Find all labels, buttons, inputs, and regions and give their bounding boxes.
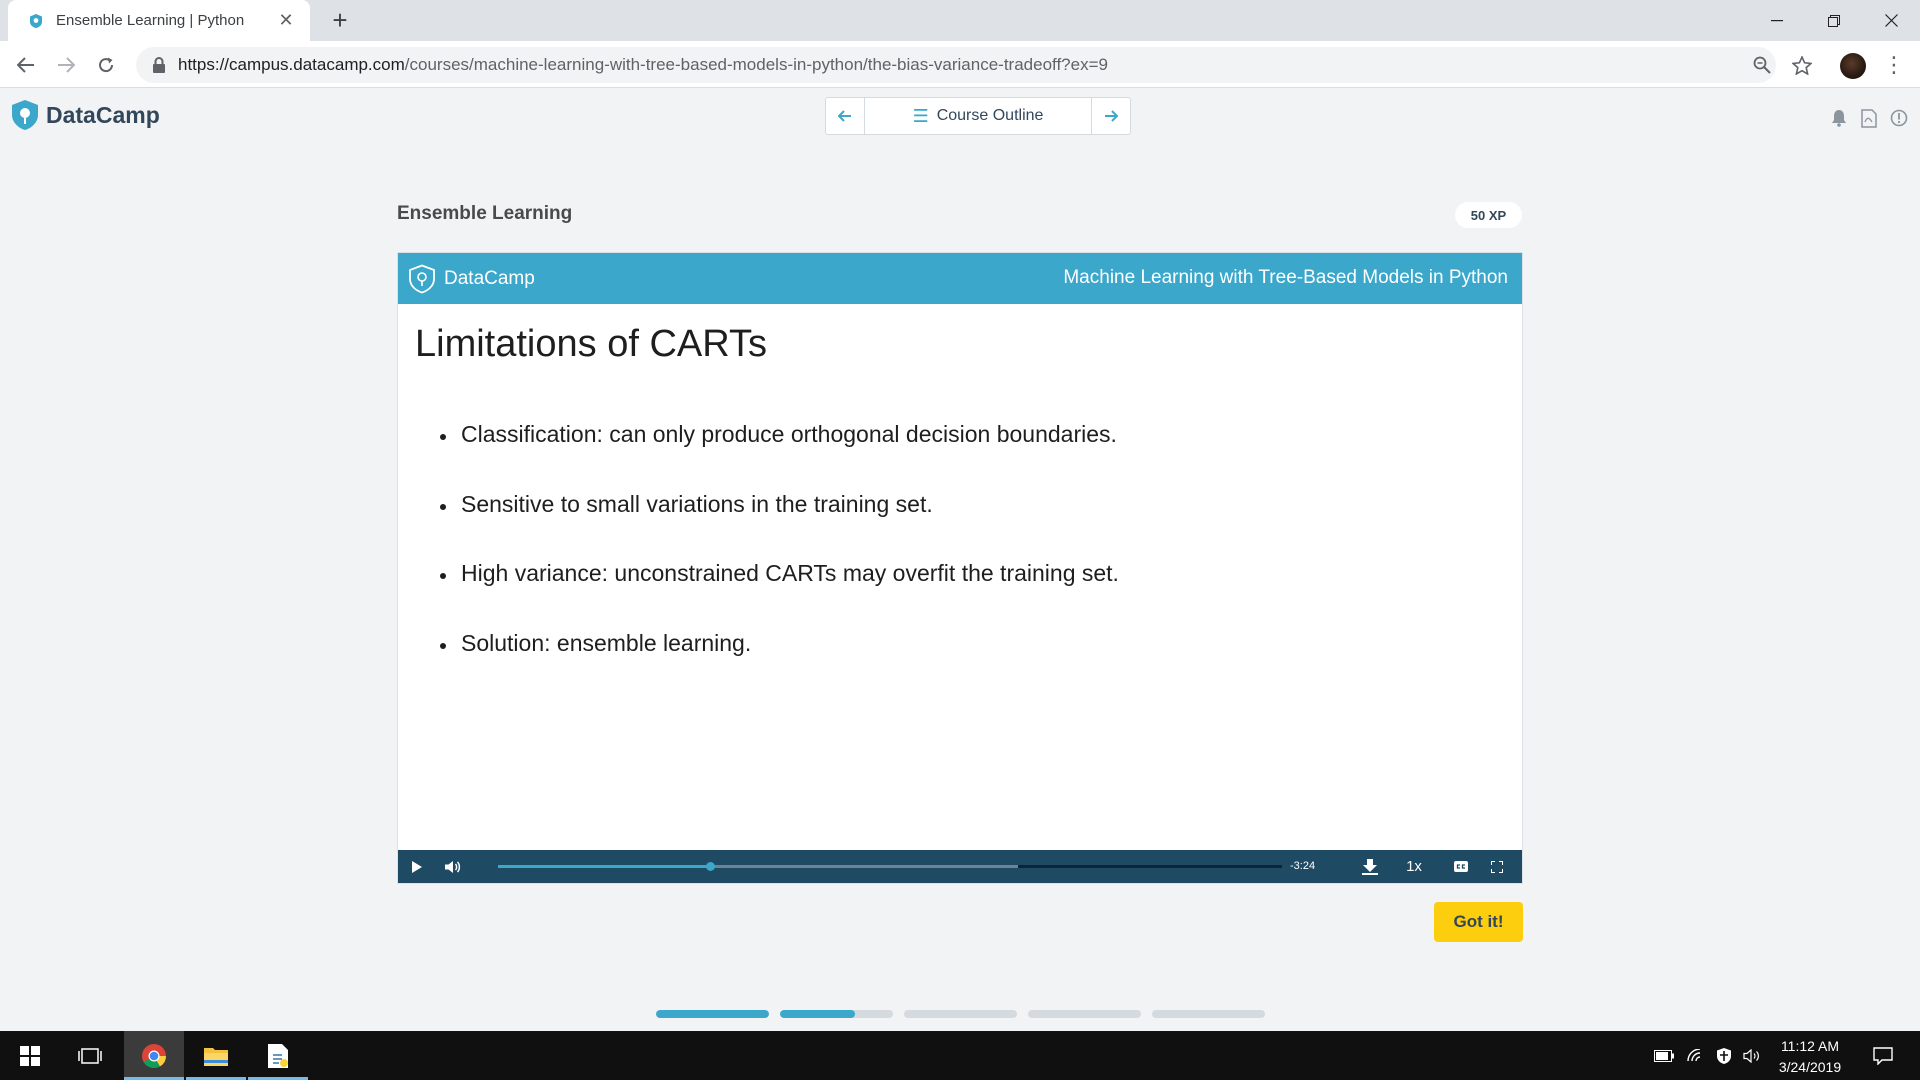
slide-bullet: High variance: unconstrained CARTs may o…	[440, 560, 1119, 630]
browser-tab[interactable]: Ensemble Learning | Python ✕	[8, 0, 310, 41]
tab-title: Ensemble Learning | Python	[56, 12, 245, 29]
url-text: https://campus.datacamp.com/courses/mach…	[178, 55, 1108, 75]
menu-icon: ☰	[912, 105, 929, 126]
chrome-menu-icon[interactable]: ⋮	[1880, 49, 1908, 81]
windows-start-icon[interactable]	[0, 1031, 60, 1080]
close-tab-icon[interactable]: ✕	[276, 10, 296, 31]
browser-tab-strip: Ensemble Learning | Python ✕ +	[0, 0, 1920, 41]
new-tab-button[interactable]: +	[326, 7, 354, 35]
lesson-progress-segment[interactable]	[1028, 1010, 1141, 1018]
course-outline-label: Course Outline	[936, 107, 1044, 124]
volume-icon[interactable]	[436, 850, 470, 883]
datacamp-shield-icon	[12, 100, 38, 130]
reload-icon[interactable]	[90, 49, 122, 81]
play-icon[interactable]	[400, 850, 434, 883]
time-remaining: -3:24	[1290, 860, 1316, 872]
speaker-icon[interactable]	[1740, 1031, 1764, 1080]
slide-course-title: Machine Learning with Tree-Based Models …	[1063, 267, 1508, 288]
closed-captions-icon[interactable]	[1444, 850, 1478, 883]
forward-arrow-icon[interactable]	[50, 49, 82, 81]
lesson-progress-segment[interactable]	[656, 1010, 769, 1018]
datacamp-header: DataCamp ☰ Course Outline	[0, 89, 1920, 145]
arrow-right-icon	[1105, 110, 1118, 122]
slide-header: DataCamp Machine Learning with Tree-Base…	[398, 253, 1522, 304]
lesson-progress-segment[interactable]	[780, 1010, 893, 1018]
url-host: https://campus.datacamp.com	[178, 55, 405, 74]
download-icon[interactable]	[1353, 850, 1387, 883]
video-controls: -3:24 1x	[398, 850, 1522, 883]
profile-avatar[interactable]	[1840, 53, 1866, 79]
back-arrow-icon[interactable]	[10, 49, 42, 81]
fullscreen-icon[interactable]	[1480, 850, 1514, 883]
video-player[interactable]: DataCamp Machine Learning with Tree-Base…	[397, 252, 1523, 884]
lock-icon	[153, 57, 165, 73]
system-clock[interactable]: 11:12 AM 3/24/2019	[1770, 1036, 1850, 1078]
lesson-progress-segment[interactable]	[904, 1010, 1017, 1018]
windows-taskbar: 11:12 AM 3/24/2019	[0, 1031, 1920, 1080]
file-explorer-icon[interactable]	[186, 1031, 246, 1080]
datacamp-shield-outline-icon	[409, 264, 435, 293]
playback-speed-button[interactable]: 1x	[1399, 850, 1429, 883]
zoom-icon[interactable]	[1746, 49, 1778, 81]
lesson-progress-segment[interactable]	[1152, 1010, 1265, 1018]
exercise-title: Ensemble Learning	[397, 203, 573, 224]
course-outline-button[interactable]: ☰ Course Outline	[864, 98, 1092, 134]
task-view-icon[interactable]	[60, 1031, 120, 1080]
clock-date: 3/24/2019	[1778, 1059, 1842, 1075]
played-bar	[498, 865, 711, 868]
segment-fill	[780, 1010, 855, 1018]
slide-bullet: Sensitive to small variations in the tra…	[440, 491, 1119, 561]
next-exercise-button[interactable]	[1092, 98, 1130, 134]
address-bar[interactable]: https://campus.datacamp.com/courses/mach…	[136, 47, 1776, 83]
wifi-icon[interactable]	[1684, 1031, 1708, 1080]
report-issue-icon[interactable]	[1888, 107, 1910, 129]
slide-bullet-list: Classification: can only produce orthogo…	[440, 421, 1119, 699]
brand-name: DataCamp	[46, 101, 160, 128]
course-outline-nav: ☰ Course Outline	[825, 97, 1131, 135]
battery-icon[interactable]	[1652, 1031, 1676, 1080]
browser-toolbar: https://campus.datacamp.com/courses/mach…	[0, 41, 1920, 88]
xp-badge: 50 XP	[1455, 202, 1522, 228]
slide-title: Limitations of CARTs	[415, 323, 767, 365]
got-it-button[interactable]: Got it!	[1434, 902, 1523, 942]
slide-bullet: Classification: can only produce orthogo…	[440, 421, 1119, 491]
restore-icon[interactable]	[1805, 0, 1863, 41]
minimize-icon[interactable]	[1748, 0, 1806, 41]
pdf-slides-icon[interactable]	[1858, 107, 1880, 129]
seek-bar[interactable]	[498, 862, 1282, 871]
arrow-left-icon	[838, 110, 851, 122]
action-center-icon[interactable]	[1868, 1031, 1898, 1080]
notification-bell-icon[interactable]	[1828, 107, 1850, 129]
slide-brand: DataCamp	[408, 264, 535, 294]
seek-handle[interactable]	[706, 862, 716, 871]
close-window-icon[interactable]	[1862, 0, 1920, 41]
segment-fill	[656, 1010, 769, 1018]
bookmark-star-icon[interactable]	[1786, 49, 1818, 81]
slide-brand-name: DataCamp	[444, 267, 535, 289]
datacamp-favicon-icon	[30, 13, 42, 28]
python-editor-icon[interactable]	[248, 1031, 308, 1080]
url-path: /courses/machine-learning-with-tree-base…	[404, 55, 1108, 74]
datacamp-logo[interactable]: DataCamp	[10, 99, 160, 131]
security-shield-icon[interactable]	[1712, 1031, 1736, 1080]
clock-time: 11:12 AM	[1780, 1038, 1840, 1054]
slide-bullet: Solution: ensemble learning.	[440, 630, 1119, 700]
previous-exercise-button[interactable]	[826, 98, 864, 134]
chrome-taskbar-icon[interactable]	[124, 1031, 184, 1080]
